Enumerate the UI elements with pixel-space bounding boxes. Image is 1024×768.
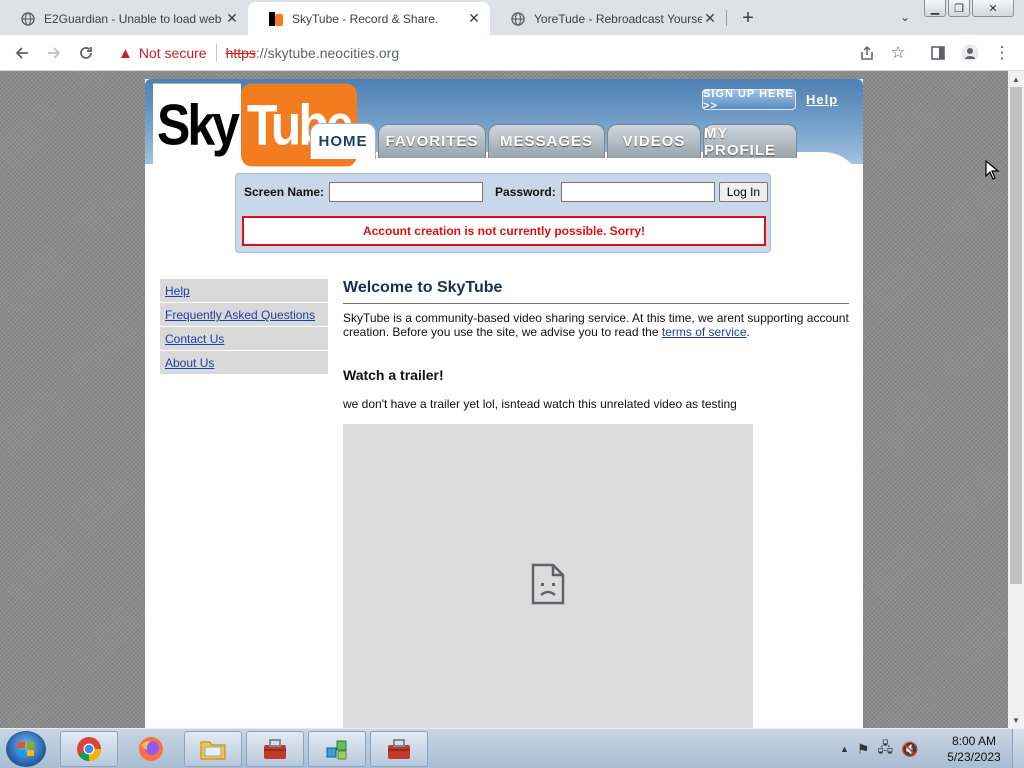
- firefox-icon: [139, 737, 163, 761]
- close-icon[interactable]: ✕: [702, 10, 718, 27]
- scroll-down-arrow-icon[interactable]: ▼: [1011, 715, 1021, 725]
- log-in-button[interactable]: Log In: [718, 182, 769, 202]
- start-button[interactable]: [6, 731, 46, 767]
- security-label: Not secure: [138, 45, 207, 61]
- share-icon[interactable]: [855, 41, 879, 65]
- side-panel-icon[interactable]: [926, 41, 950, 65]
- tray-expand-icon[interactable]: ▲: [840, 744, 849, 754]
- scroll-up-arrow-icon[interactable]: ▲: [1011, 74, 1021, 84]
- sidebar-item-about-us[interactable]: About Us: [160, 351, 328, 375]
- taskbar-app-3[interactable]: [370, 731, 428, 767]
- sign-up-button[interactable]: SIGN UP HERE >>: [702, 88, 796, 112]
- page-scrollbar[interactable]: ▲ ▼: [1008, 71, 1024, 728]
- terms-of-service-link[interactable]: terms of service: [662, 325, 747, 339]
- taskbar-app-2[interactable]: [308, 731, 366, 767]
- intro-end: .: [746, 325, 750, 339]
- tab-title: E2Guardian - Unable to load web: [44, 11, 222, 26]
- sad-page-icon: [531, 563, 565, 605]
- sidebar-item-help[interactable]: Help: [160, 279, 328, 303]
- intro-paragraph: SkyTube is a community-based video shari…: [343, 311, 849, 339]
- show-desktop-button[interactable]: [1012, 729, 1024, 768]
- folder-icon: [200, 741, 226, 760]
- restore-button[interactable]: ❐: [948, 0, 970, 17]
- taskbar-app-1[interactable]: [246, 731, 304, 767]
- url-protocol: https: [225, 45, 256, 61]
- nav-tab-videos[interactable]: VIDEOS: [607, 124, 701, 158]
- network-icon[interactable]: 🖧: [877, 737, 893, 761]
- omnibox-divider: [215, 44, 217, 62]
- chrome-icon: [77, 737, 102, 761]
- taskbar-clock[interactable]: 8:00 AM 5/23/2023: [940, 733, 1008, 765]
- nav-tab-home[interactable]: HOME: [310, 123, 376, 159]
- tab-title: YoreTude - Rebroadcast Yourself.: [534, 11, 702, 26]
- header-help-link[interactable]: Help: [806, 92, 838, 107]
- scrollbar-thumb[interactable]: [1010, 87, 1022, 584]
- menu-dots-icon[interactable]: ⋮: [990, 41, 1014, 65]
- profile-avatar-icon[interactable]: [958, 41, 982, 65]
- windows-logo-icon: [18, 742, 34, 756]
- warning-icon: ▲: [118, 44, 133, 62]
- intro-text: SkyTube is a community-based video shari…: [343, 311, 849, 339]
- toolbox-icon: [264, 739, 286, 759]
- minimize-button[interactable]: ▁: [924, 0, 946, 17]
- sidebar-item-faq[interactable]: Frequently Asked Questions: [160, 303, 328, 327]
- skytube-site: Sky Tube SIGN UP HERE >> Help HOME FAVOR…: [145, 79, 863, 728]
- tab-divider: [726, 10, 727, 26]
- new-tab-button[interactable]: +: [736, 6, 760, 30]
- globe-icon: [20, 11, 36, 27]
- chevron-down-icon[interactable]: ⌄: [896, 8, 914, 26]
- page-title: Welcome to SkyTube: [343, 279, 849, 304]
- video-embed[interactable]: [343, 424, 753, 728]
- sidebar-item-contact-us[interactable]: Contact Us: [160, 327, 328, 351]
- bookmark-star-icon[interactable]: ☆: [886, 41, 910, 65]
- error-message: Account creation is not currently possib…: [242, 216, 766, 246]
- not-secure-indicator[interactable]: ▲ Not secure: [118, 45, 207, 62]
- system-tray: ▲ ⚑ 🖧 🔇: [840, 737, 919, 761]
- nav-tab-my-profile[interactable]: MY PROFILE: [703, 124, 797, 159]
- globe-icon: [510, 11, 526, 27]
- tab-yoretude[interactable]: YoreTude - Rebroadcast Yourself. ✕: [490, 2, 726, 35]
- tab-e2guardian[interactable]: E2Guardian - Unable to load web ✕: [0, 2, 248, 35]
- login-box: Screen Name: Password: Log In Account cr…: [235, 173, 771, 253]
- trailer-heading: Watch a trailer!: [343, 367, 444, 383]
- action-center-icon[interactable]: ⚑: [857, 741, 870, 758]
- trailer-text: we don't have a trailer yet lol, isntead…: [343, 397, 737, 411]
- tab-title: SkyTube - Record & Share.: [292, 11, 439, 26]
- mouse-cursor-icon: [985, 159, 1000, 186]
- forward-icon[interactable]: [42, 41, 66, 65]
- taskbar: ▲ ⚑ 🖧 🔇 8:00 AM 5/23/2023: [0, 728, 1024, 768]
- tab-skytube[interactable]: SkyTube - Record & Share. ✕: [248, 2, 490, 35]
- page-viewport: Sky Tube SIGN UP HERE >> Help HOME FAVOR…: [0, 71, 1008, 728]
- close-icon[interactable]: ✕: [224, 10, 240, 27]
- nav-tab-favorites[interactable]: FAVORITES: [378, 124, 486, 158]
- volume-muted-icon[interactable]: 🔇: [901, 741, 918, 758]
- address-bar[interactable]: ▲ Not secure https ://skytube.neocities.…: [108, 39, 914, 67]
- window-controls: ▁ ❐ ✕: [924, 0, 1014, 17]
- password-input[interactable]: [560, 182, 715, 202]
- back-icon[interactable]: [10, 41, 34, 65]
- taskbar-firefox[interactable]: [122, 731, 180, 767]
- screen-name-input[interactable]: [329, 182, 484, 202]
- close-window-button[interactable]: ✕: [972, 0, 1014, 17]
- taskbar-chrome[interactable]: [60, 731, 118, 767]
- clock-time: 8:00 AM: [951, 734, 997, 748]
- password-label: Password:: [495, 185, 556, 199]
- toolbox-icon: [388, 739, 410, 759]
- nav-tab-messages[interactable]: MESSAGES: [488, 124, 605, 158]
- login-row: Screen Name: Password: Log In: [244, 182, 769, 202]
- clock-date: 5/23/2023: [947, 750, 1001, 764]
- cubes-icon: [326, 740, 347, 760]
- skytube-favicon: [268, 11, 284, 27]
- main-content: Welcome to SkyTube SkyTube is a communit…: [343, 279, 849, 728]
- sidebar: Help Frequently Asked Questions Contact …: [160, 279, 328, 375]
- tab-strip: E2Guardian - Unable to load web ✕ SkyTub…: [0, 0, 1024, 35]
- close-icon[interactable]: ✕: [466, 10, 482, 27]
- screen-name-label: Screen Name:: [244, 185, 325, 199]
- skytube-logo[interactable]: Sky Tube: [153, 83, 357, 167]
- logo-sky: Sky: [153, 83, 241, 167]
- taskbar-explorer[interactable]: [184, 731, 242, 767]
- url-text: ://skytube.neocities.org: [255, 45, 400, 61]
- browser-toolbar: ▲ Not secure https ://skytube.neocities.…: [0, 35, 1024, 71]
- reload-icon[interactable]: [74, 41, 98, 65]
